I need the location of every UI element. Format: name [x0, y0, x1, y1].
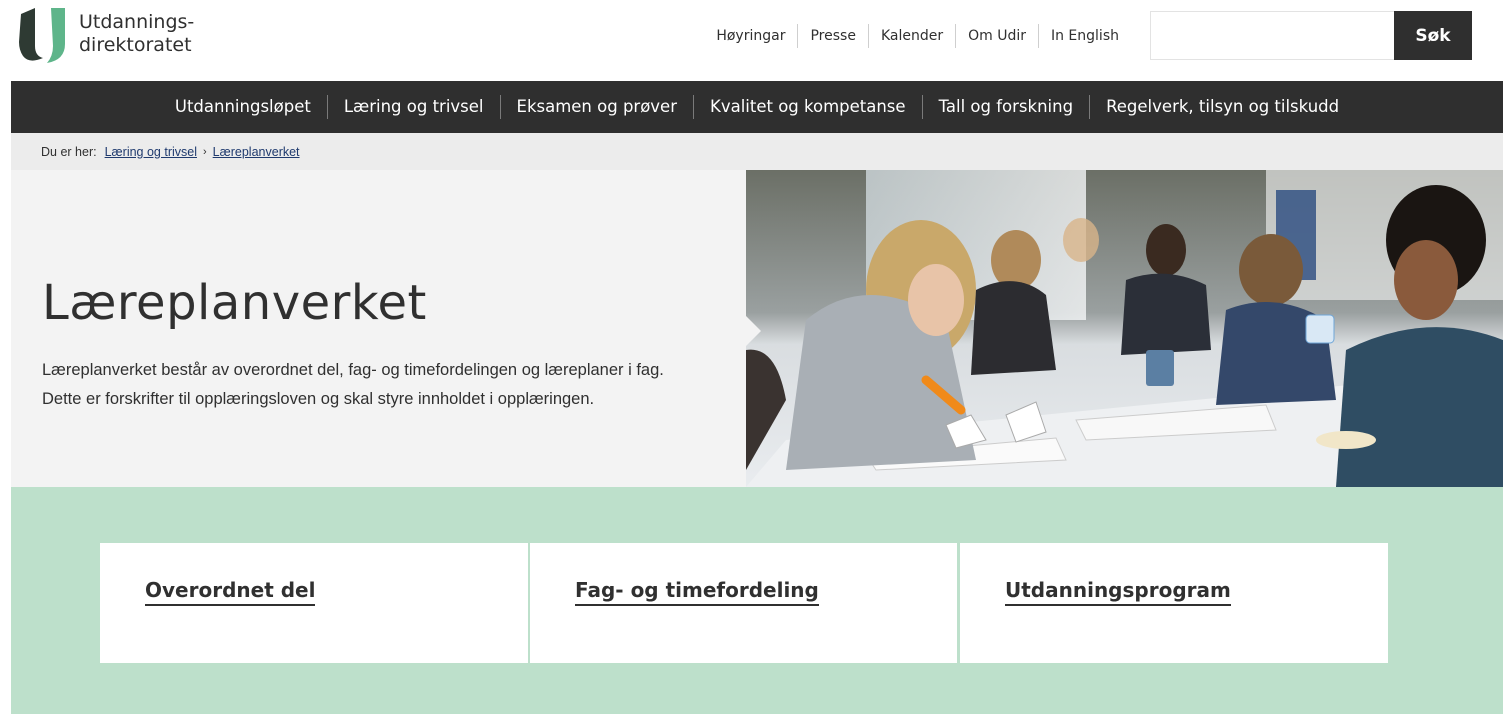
util-link-in-english[interactable]: In English — [1037, 24, 1131, 48]
page-title: Læreplanverket — [42, 275, 427, 331]
logo-text: Utdannings- direktoratet — [79, 11, 194, 57]
card-overordnet-del[interactable]: Overordnet del — [100, 543, 528, 663]
udir-logo-icon — [19, 8, 65, 63]
logo-line-1: Utdannings- — [79, 11, 195, 33]
hero-photo-students — [746, 170, 1503, 487]
breadcrumb-label: Du er her: — [41, 144, 97, 159]
card-fag-og-timefordeling[interactable]: Fag- og timefordeling — [530, 543, 957, 663]
nav-item-kvalitet-og-kompetanse[interactable]: Kvalitet og kompetanse — [693, 95, 922, 119]
utility-nav: Høyringar Presse Kalender Om Udir In Eng… — [704, 24, 1131, 48]
util-link-om-udir[interactable]: Om Udir — [955, 24, 1038, 48]
breadcrumb-item-lareplanverket[interactable]: Læreplanverket — [213, 145, 300, 159]
card-link-fag-og-timefordeling[interactable]: Fag- og timefordeling — [575, 578, 819, 606]
breadcrumb-item-laering-og-trivsel[interactable]: Læring og trivsel — [105, 145, 197, 159]
util-link-presse[interactable]: Presse — [797, 24, 867, 48]
util-link-kalender[interactable]: Kalender — [867, 24, 955, 48]
nav-item-regelverk[interactable]: Regelverk, tilsyn og tilskudd — [1089, 95, 1355, 119]
util-link-hoyringar[interactable]: Høyringar — [704, 24, 797, 48]
breadcrumb: Du er her: Læring og trivsel › Læreplanv… — [11, 133, 1503, 170]
search-button[interactable]: Søk — [1394, 11, 1472, 60]
nav-item-laering-og-trivsel[interactable]: Læring og trivsel — [326, 95, 500, 119]
card-utdanningsprogram[interactable]: Utdanningsprogram — [960, 543, 1388, 663]
nav-item-tall-og-forskning[interactable]: Tall og forskning — [921, 95, 1090, 119]
card-link-overordnet-del[interactable]: Overordnet del — [145, 578, 316, 606]
breadcrumb-separator: › — [203, 145, 207, 158]
top-header: Utdannings- direktoratet Høyringar Press… — [0, 0, 1503, 81]
search-input[interactable] — [1150, 11, 1395, 60]
nav-item-eksamen-og-prover[interactable]: Eksamen og prøver — [499, 95, 693, 119]
card-section: Overordnet del Fag- og timefordeling Utd… — [11, 487, 1503, 714]
logo-line-2: direktoratet — [79, 34, 192, 56]
main-nav: Utdanningsløpet Læring og trivsel Eksame… — [11, 81, 1503, 133]
hero-notch — [746, 316, 761, 346]
hero-section: Læreplanverket Læreplanverket består av … — [11, 170, 1503, 487]
nav-item-utdanningslopet[interactable]: Utdanningsløpet — [159, 95, 327, 119]
card-link-utdanningsprogram[interactable]: Utdanningsprogram — [1005, 578, 1231, 606]
page-intro: Læreplanverket består av overordnet del,… — [42, 361, 664, 408]
